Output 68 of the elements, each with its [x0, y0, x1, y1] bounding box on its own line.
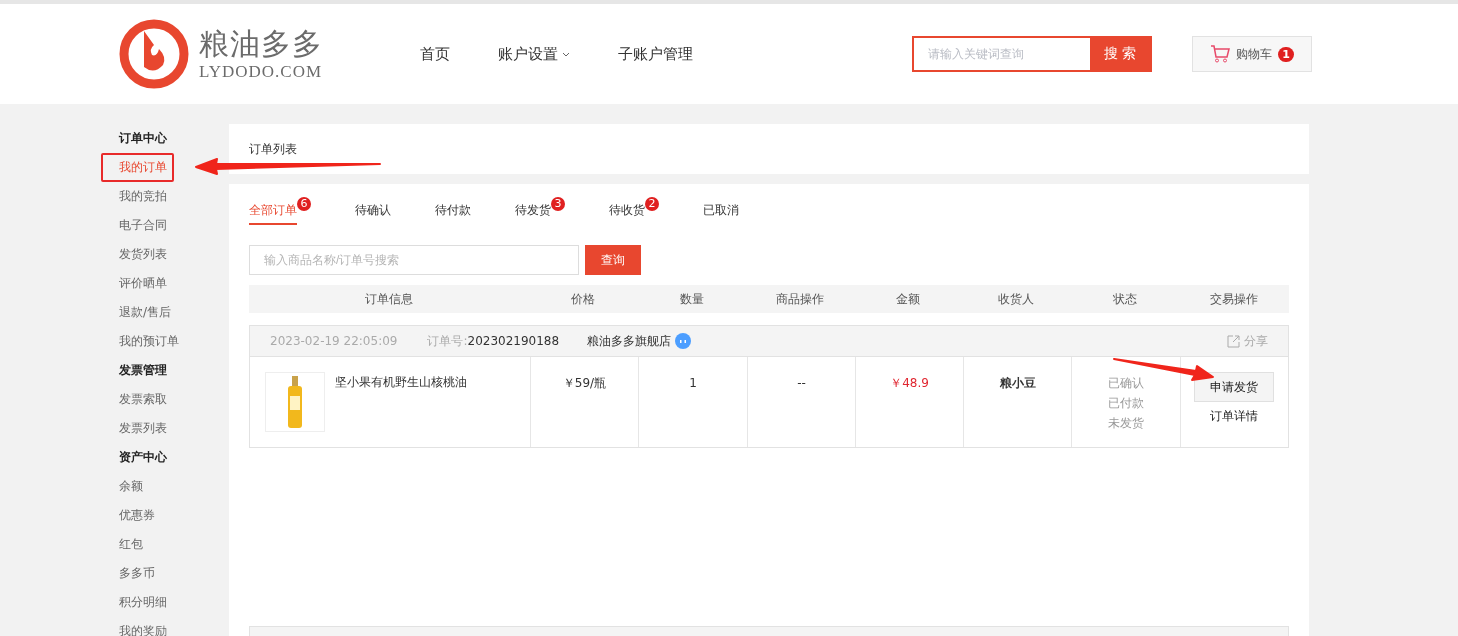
- product-photo-placeholder: [265, 372, 325, 433]
- receiver-name: 粮小豆: [999, 375, 1036, 393]
- sidebar-heading: 订单中心: [117, 130, 168, 147]
- logo-domain: LYDODO.COM: [199, 62, 323, 82]
- search-button[interactable]: 搜 索: [1090, 38, 1150, 70]
- order-status: 未发货: [1108, 415, 1144, 433]
- column-header: 价格: [570, 290, 596, 308]
- order-status: 已确认: [1108, 375, 1144, 393]
- product-action: --: [797, 375, 806, 393]
- order-tab[interactable]: 待发货: [515, 198, 551, 225]
- request-shipment-button[interactable]: 申请发货: [1194, 372, 1274, 403]
- order-number: 202302190188: [467, 334, 560, 349]
- sidebar-item[interactable]: 我的预订单: [101, 327, 185, 356]
- query-button[interactable]: 查询: [585, 245, 641, 275]
- sidebar-item[interactable]: 红包: [101, 530, 174, 559]
- sidebar-item[interactable]: 发票列表: [101, 414, 174, 443]
- sidebar-item[interactable]: 评价晒单: [101, 269, 174, 298]
- sidebar-item[interactable]: 退款/售后: [101, 298, 178, 327]
- sidebar-item[interactable]: 多多币: [101, 559, 174, 588]
- count-badge: 2: [645, 197, 659, 211]
- sidebar-item[interactable]: 我的奖励: [101, 617, 174, 636]
- sidebar-item[interactable]: 我的竞拍: [101, 182, 174, 211]
- cart-label: 购物车: [1236, 45, 1273, 63]
- column-header: 收货人: [997, 290, 1035, 308]
- column-header: 状态: [1111, 290, 1138, 308]
- order-number-label: 订单号:: [427, 332, 468, 350]
- order-status: 已付款: [1108, 395, 1144, 413]
- sidebar-item[interactable]: 电子合同: [101, 211, 174, 240]
- column-header: 数量: [678, 290, 705, 308]
- order-details-link[interactable]: 订单详情: [1210, 408, 1258, 426]
- cart-icon: [1210, 45, 1231, 63]
- sidebar-heading: 资产中心: [118, 449, 168, 466]
- nav-link[interactable]: 子账户管理: [618, 44, 693, 64]
- sidebar-heading: 发票管理: [118, 362, 168, 379]
- shop-name: 粮油多多旗舰店: [587, 332, 672, 350]
- sidebar-item[interactable]: 发票索取: [101, 385, 174, 414]
- column-header: 订单信息: [364, 290, 414, 308]
- nav-link[interactable]: 账户设置: [498, 44, 570, 64]
- order-tab[interactable]: 待收货: [609, 198, 645, 225]
- order-tab[interactable]: 已取消: [703, 198, 739, 225]
- product-name: 坚小果有机野生山核桃油: [335, 374, 467, 392]
- breadcrumb-text: 订单列表: [249, 140, 297, 158]
- sidebar-item[interactable]: 积分明细: [101, 588, 174, 617]
- sidebar-item[interactable]: 发货列表: [101, 240, 174, 269]
- chat-icon[interactable]: [675, 333, 692, 350]
- logo-icon: [119, 19, 189, 89]
- order-tab[interactable]: 待确认: [355, 198, 391, 225]
- price: ￥59/瓶: [562, 375, 607, 393]
- count-badge: 6: [297, 197, 311, 211]
- sidebar-item[interactable]: 我的订单: [101, 153, 174, 182]
- sidebar-item[interactable]: 余额: [101, 472, 174, 501]
- cart-count-badge: 1: [1278, 46, 1294, 62]
- sidebar-item[interactable]: 优惠券: [101, 501, 174, 530]
- nav-link[interactable]: 首页: [420, 44, 450, 64]
- order-tab[interactable]: 全部订单: [249, 198, 297, 225]
- search-field[interactable]: 请输入关键词查询 搜 索: [912, 36, 1152, 72]
- amount: ￥48.9: [890, 375, 929, 393]
- order-time: 2023-02-19 22:05:09: [270, 334, 398, 349]
- order-tab[interactable]: 待付款: [435, 198, 471, 225]
- column-header: 交易操作: [1208, 290, 1259, 308]
- column-header: 商品操作: [775, 290, 825, 308]
- column-header: 金额: [895, 290, 921, 308]
- logo-name: 粮油多多: [199, 26, 323, 62]
- cart-button[interactable]: 购物车 1: [1192, 36, 1312, 72]
- quantity: 1: [689, 375, 697, 393]
- share-icon: [1227, 334, 1240, 348]
- order-search-field[interactable]: 输入商品名称/订单号搜索: [249, 245, 579, 275]
- count-badge: 3: [551, 197, 565, 211]
